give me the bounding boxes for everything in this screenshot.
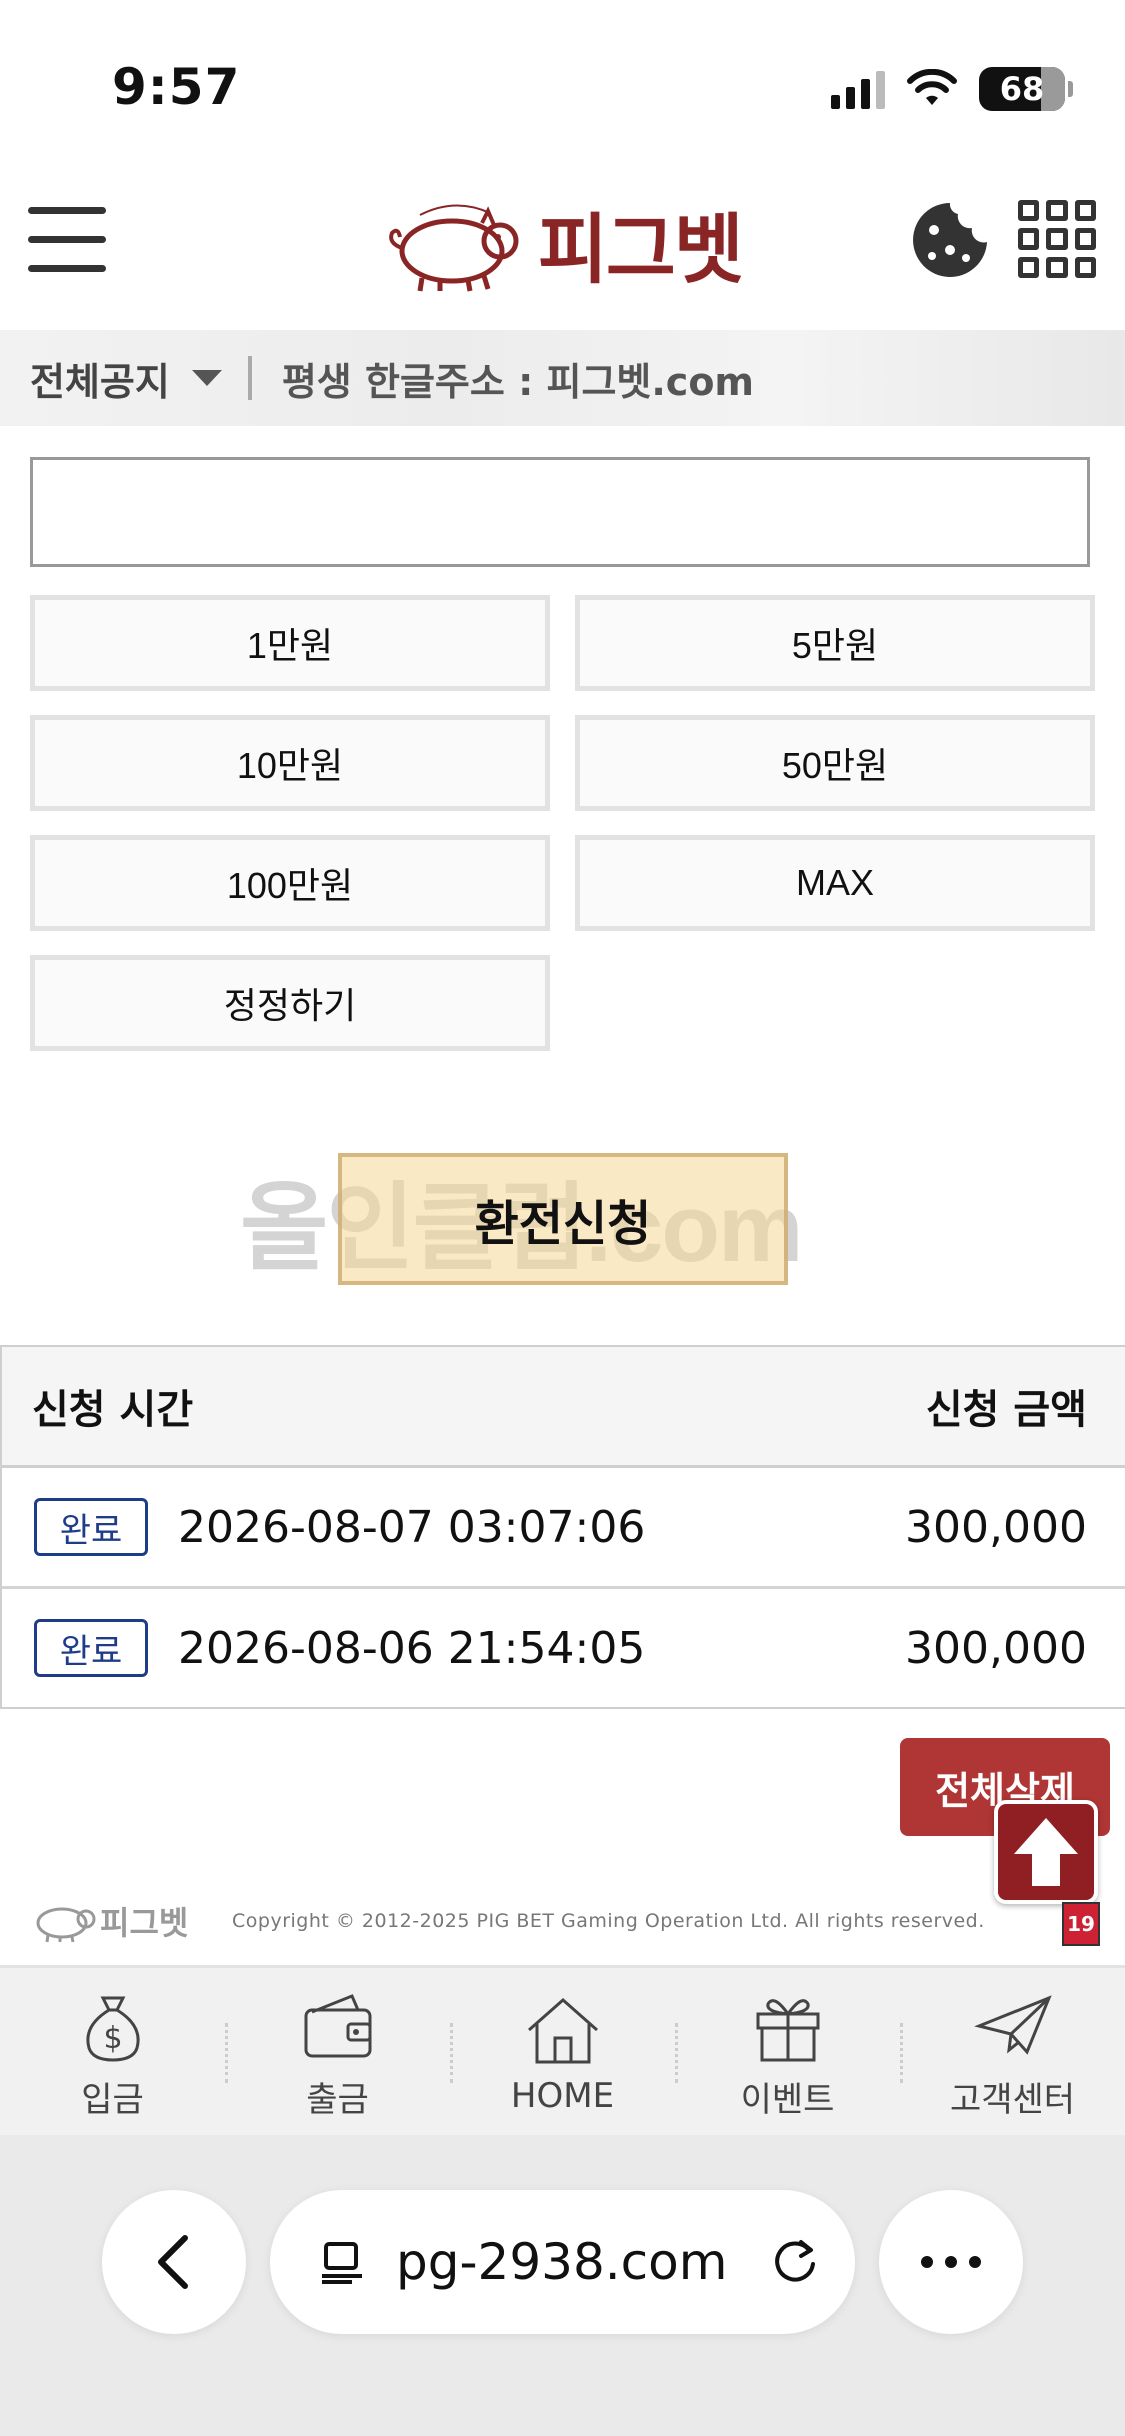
notice-category[interactable]: 전체공지	[30, 351, 170, 406]
copyright-text: Copyright © 2012-2025 PIG BET Gaming Ope…	[232, 1910, 985, 1932]
amount-button-max[interactable]: MAX	[575, 835, 1095, 931]
house-icon	[527, 1997, 598, 2064]
notice-text: 평생 한글주소 : 피그벳.com	[281, 359, 755, 404]
page-menu-icon[interactable]	[318, 2238, 366, 2286]
browser-more-button[interactable]	[879, 2190, 1023, 2334]
status-time: 9:57	[112, 58, 241, 116]
footer-logo-text: 피그벳	[100, 1904, 189, 1942]
nav-deposit[interactable]: $ 입금	[0, 1968, 225, 2138]
wallet-icon	[304, 1993, 371, 2057]
status-badge: 완료	[34, 1619, 148, 1677]
request-datetime: 2026-08-06 21:54:05	[178, 1622, 646, 1674]
age-restriction-badge: 19	[1062, 1902, 1100, 1946]
money-bag-icon: $	[86, 1996, 139, 2062]
chevron-down-icon[interactable]	[191, 370, 222, 386]
cookie-icon[interactable]	[910, 200, 990, 280]
pig-icon	[36, 1907, 96, 1943]
nav-withdraw[interactable]: 출금	[225, 1968, 450, 2138]
status-badge: 완료	[34, 1498, 148, 1556]
battery-level: 68	[999, 70, 1045, 108]
request-amount: 300,000	[905, 1622, 1087, 1674]
arrow-up-icon	[1014, 1818, 1078, 1886]
paper-plane-icon	[973, 1994, 1052, 2055]
table-row: 완료 2026-08-06 21:54:05 300,000	[2, 1589, 1125, 1707]
scroll-to-top-button[interactable]	[994, 1800, 1098, 1904]
bottom-nav: $ 입금 출금 HOME 이벤트 고객센터	[0, 1965, 1125, 2138]
pig-logo-icon	[389, 204, 519, 292]
chevron-left-icon	[158, 2235, 188, 2289]
request-datetime: 2026-08-07 03:07:06	[178, 1501, 646, 1553]
amount-button-500k[interactable]: 50만원	[575, 715, 1095, 811]
column-header-amount: 신청 금액	[925, 1387, 1087, 1433]
withdraw-amount-input[interactable]	[30, 457, 1090, 567]
wifi-icon	[907, 69, 957, 105]
status-icons: 68	[831, 64, 1073, 114]
logo-text: 피그벳	[538, 205, 744, 294]
site-logo[interactable]: 피그벳	[380, 188, 750, 298]
cellular-signal-icon	[831, 69, 885, 109]
hamburger-menu-icon[interactable]	[28, 205, 106, 275]
amount-reset-button[interactable]: 정정하기	[30, 955, 550, 1051]
amount-button-10k[interactable]: 1만원	[30, 595, 550, 691]
request-amount: 300,000	[905, 1501, 1087, 1553]
apps-grid-icon[interactable]	[1018, 200, 1096, 278]
nav-deposit-label: 입금	[81, 2079, 144, 2120]
table-row: 완료 2026-08-07 03:07:06 300,000	[2, 1468, 1125, 1589]
amount-button-50k[interactable]: 5만원	[575, 595, 1095, 691]
footer-logo: 피그벳	[30, 1898, 188, 1944]
battery-icon: 68	[979, 67, 1073, 111]
nav-support[interactable]: 고객센터	[900, 1968, 1125, 2138]
table-header: 신청 시간 신청 금액	[2, 1347, 1125, 1468]
notice-divider	[247, 356, 252, 400]
browser-back-button[interactable]	[102, 2190, 246, 2334]
svg-text:$: $	[103, 2021, 122, 2056]
amount-button-100k[interactable]: 10만원	[30, 715, 550, 811]
nav-event[interactable]: 이벤트	[675, 1968, 900, 2138]
more-dots-icon	[921, 2256, 981, 2268]
reload-icon[interactable]	[769, 2236, 821, 2288]
address-bar[interactable]: pg-2938.com	[270, 2190, 855, 2334]
column-header-time: 신청 시간	[32, 1387, 194, 1433]
nav-home[interactable]: HOME	[450, 1968, 675, 2138]
url-text[interactable]: pg-2938.com	[396, 2233, 727, 2291]
notice-bar[interactable]: 전체공지 평생 한글주소 : 피그벳.com	[0, 330, 1125, 426]
nav-home-label: HOME	[510, 2076, 615, 2116]
withdraw-history-table: 신청 시간 신청 금액 완료 2026-08-07 03:07:06 300,0…	[0, 1345, 1125, 1709]
gift-icon	[756, 1998, 819, 2061]
withdraw-request-button[interactable]: 환전신청	[338, 1153, 788, 1285]
nav-withdraw-label: 출금	[306, 2079, 369, 2120]
nav-event-label: 이벤트	[740, 2079, 835, 2120]
amount-button-1m[interactable]: 100만원	[30, 835, 550, 931]
nav-support-label: 고객센터	[949, 2079, 1076, 2120]
